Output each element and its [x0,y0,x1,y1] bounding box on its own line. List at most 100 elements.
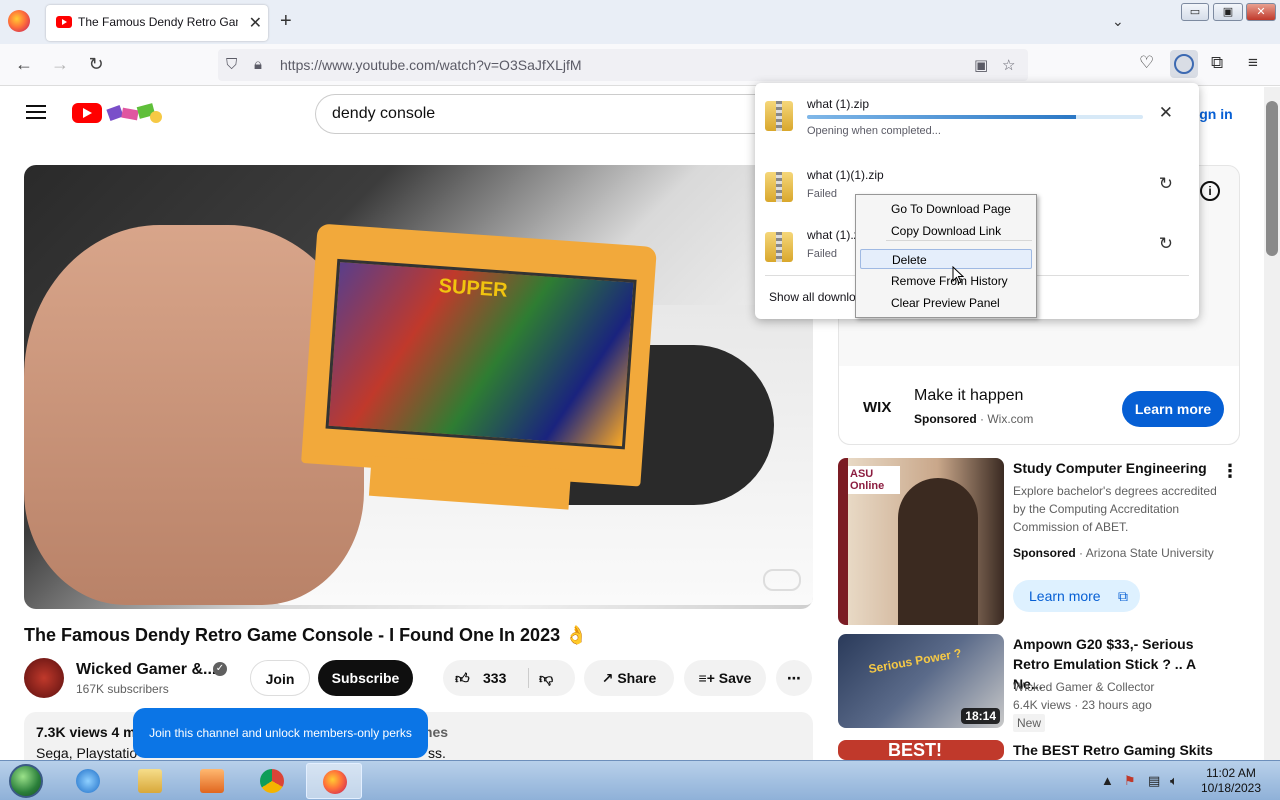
video-player[interactable]: SUPER [24,165,813,609]
tab-youtube[interactable]: The Famous Dendy Retro Game Console - I … [46,5,268,41]
doodle-logo[interactable] [106,101,164,125]
url-text[interactable]: https://www.youtube.com/watch?v=O3SaJfXL… [280,57,582,73]
like-dislike-group: 👍︎ 333 👎︎ [443,660,575,696]
chrome-icon [260,769,284,793]
tab-title: The Famous Dendy Retro Game Console - I … [78,15,238,29]
menu-item-copy-download-link[interactable]: Copy Download Link [860,221,1032,241]
related-title-line-1[interactable]: Ampown G20 $33,- Serious [1013,634,1228,654]
forward-icon[interactable]: → [48,54,72,75]
save-button[interactable]: ≡+ Save [684,660,766,696]
taskbar-file-explorer[interactable] [122,763,178,799]
download-item[interactable]: what (1).zip Opening when completed... ✕ [765,95,1189,151]
related-title[interactable]: Study Computer Engineering [1013,458,1228,478]
thumb-text: BEST! [888,740,942,760]
tab-close-icon[interactable]: ✕ [249,13,262,33]
ad-info-icon[interactable]: i [1200,181,1220,201]
youtube-logo-icon[interactable] [72,103,102,123]
minimize-button[interactable]: ▭ [1181,3,1209,21]
menu-item-remove-from-history[interactable]: Remove From History [860,271,1032,291]
taskbar-media-player[interactable] [184,763,240,799]
reload-icon[interactable]: ↻ [84,54,108,75]
related-title[interactable]: The BEST Retro Gaming Skits [1013,740,1228,760]
menu-item-go-to-download-page[interactable]: Go To Download Page [860,199,1032,219]
youtube-favicon-icon [56,16,72,28]
like-divider [528,668,529,688]
volume-icon[interactable]: 🔈︎ [1170,773,1178,789]
clock-time: 11:02 AM [1206,766,1256,780]
menu-item-clear-preview-panel[interactable]: Clear Preview Panel [860,293,1032,313]
taskbar-chrome[interactable] [244,763,300,799]
related-learn-more-button[interactable]: Learn more ⧉ [1013,580,1140,612]
description-text: Sega, Playstatio [36,745,138,761]
bookmark-star-icon[interactable]: ☆ [1002,56,1015,74]
lock-icon[interactable]: 🔒︎ [254,56,262,73]
related-menu-icon[interactable]: ⋮ [1221,461,1239,482]
cancel-download-icon[interactable]: ✕ [1159,103,1173,123]
new-tab-button[interactable]: + [280,10,292,33]
hamburger-menu-icon[interactable] [26,105,46,119]
zip-file-icon [765,101,793,131]
firefox-icon [323,770,347,794]
media-player-icon [200,769,224,793]
downloads-button[interactable] [1170,50,1198,78]
menu-separator [886,240,1032,241]
show-all-downloads-link[interactable]: Show all downlo [769,290,856,304]
download-status: Failed [807,188,837,200]
extensions-icon[interactable]: ⧉ [1211,53,1223,73]
ad-headline[interactable]: Make it happen [914,387,1023,405]
firefox-icon[interactable] [8,10,30,32]
shield-icon[interactable]: ⛉ [226,56,237,73]
dislike-icon[interactable]: 👎︎ [539,660,553,696]
related-meta: 6.4K views · 23 hours ago [1013,698,1152,712]
downloads-clock-icon [1174,54,1194,74]
menu-item-delete[interactable]: Delete [860,249,1032,269]
related-learn-more-label: Learn more [1029,588,1101,604]
taskbar-internet-explorer[interactable] [60,763,116,799]
like-icon[interactable]: 👍︎ [455,660,470,696]
ad-learn-more-button[interactable]: Learn more [1122,391,1224,427]
join-button[interactable]: Join [250,660,310,696]
ad-domain: Wix.com [987,412,1034,426]
page-scrollbar[interactable] [1264,87,1280,760]
tray-expand-icon[interactable]: ▲ [1101,773,1114,788]
share-button[interactable]: ↗ Share [584,660,674,696]
maximize-button[interactable]: ▣ [1213,3,1243,21]
like-count[interactable]: 333 [483,660,506,696]
network-icon[interactable]: ▤ [1148,773,1160,789]
description-text-tail: ss. [428,745,446,761]
download-progress-fill [807,115,1076,119]
wix-logo: WIX [863,399,892,416]
close-window-button[interactable]: ✕ [1246,3,1276,21]
search-input[interactable]: dendy console [315,94,765,134]
ad-sponsored-line: Sponsored · Wix.com [914,412,1034,426]
more-actions-button[interactable]: ⋯ [776,660,812,696]
retry-download-icon[interactable]: ↻ [1159,234,1173,254]
start-button[interactable] [9,764,43,798]
internet-explorer-icon [76,769,100,793]
scrollbar-thumb[interactable] [1266,101,1278,256]
related-sponsor-line: Sponsored · Arizona State University [1013,546,1214,560]
pocket-icon[interactable]: ♡ [1139,53,1154,73]
channel-name[interactable]: Wicked Gamer &... [76,661,216,679]
search-query: dendy console [332,105,436,122]
folder-icon [138,769,162,793]
subscribe-button[interactable]: Subscribe [318,660,413,696]
related-thumbnail[interactable]: ASU Online [838,458,1004,625]
related-channel[interactable]: Wicked Gamer & Collector [1013,678,1228,696]
menu-icon[interactable]: ≡ [1248,53,1258,73]
channel-avatar[interactable] [24,658,64,698]
tab-list-chevron-icon[interactable]: ⌄ [1112,13,1124,30]
reader-view-icon[interactable]: ▣ [974,56,988,74]
address-bar[interactable]: ⛉ 🔒︎ https://www.youtube.com/watch?v=O3S… [218,49,1028,81]
taskbar-clock[interactable]: 11:02 AM 10/18/2023 [1196,766,1266,796]
taskbar-firefox[interactable] [306,763,362,799]
channel-watermark-icon [763,569,801,591]
action-center-icon[interactable]: ⚑ [1124,773,1136,789]
related-thumbnail[interactable]: Serious Power ? 18:14 [838,634,1004,728]
retry-download-icon[interactable]: ↻ [1159,174,1173,194]
related-thumbnail[interactable]: BEST! [838,740,1004,760]
back-icon[interactable]: ← [12,54,36,75]
new-badge: New [1013,714,1046,732]
video-title: The Famous Dendy Retro Game Console - I … [24,625,588,645]
related-desc-3: Commission of ABET. [1013,520,1129,534]
